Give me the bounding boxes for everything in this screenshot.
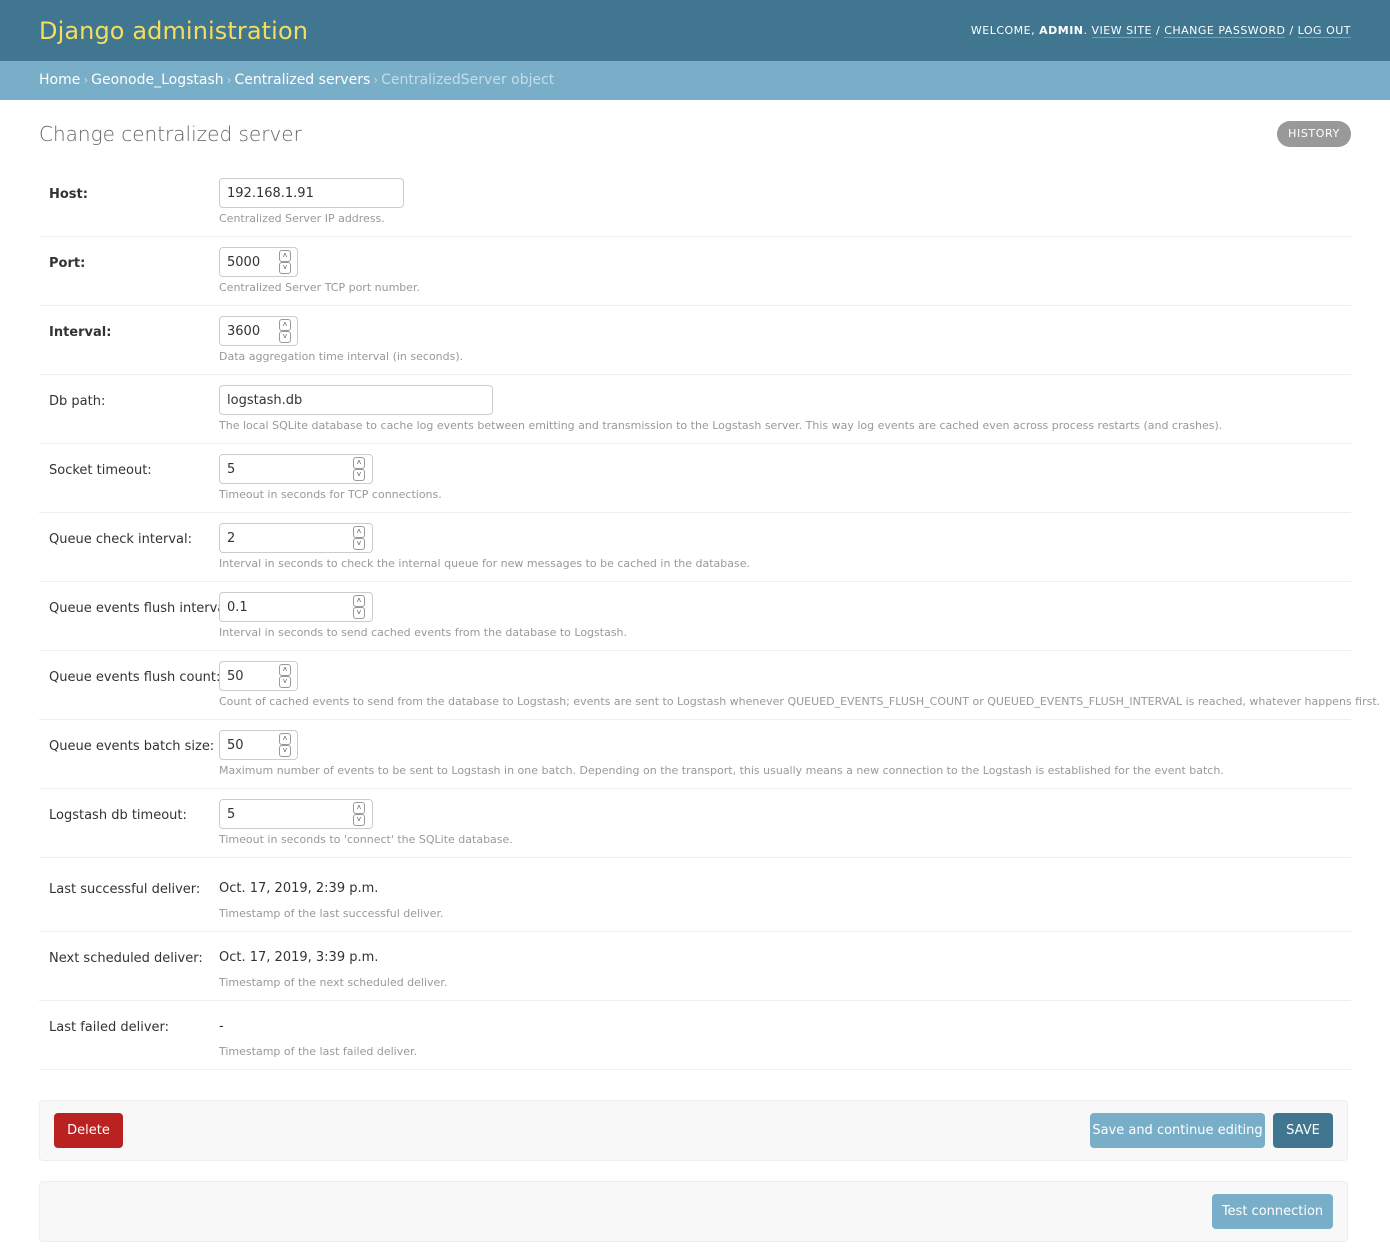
form-row-last-failed-deliver: Last failed deliver: - Timestamp of the … xyxy=(39,1001,1351,1070)
chevron-down-icon[interactable]: ˅ xyxy=(279,676,291,688)
socket-timeout-input[interactable] xyxy=(219,454,373,484)
breadcrumb: Home › Geonode_Logstash › Centralized server… xyxy=(0,61,1390,100)
queue-check-interval-label: Queue check interval: xyxy=(49,532,192,547)
form-row-next-scheduled-deliver: Next scheduled deliver: Oct. 17, 2019, 3… xyxy=(39,932,1351,1001)
chevron-down-icon[interactable]: ˅ xyxy=(279,331,291,343)
queue-events-flush-interval-stepper[interactable]: ˄ ˅ xyxy=(353,595,365,619)
chevron-down-icon[interactable]: ˅ xyxy=(279,745,291,757)
chevron-up-icon[interactable]: ˄ xyxy=(279,664,291,676)
form-row-queue-check-interval: Queue check interval: ˄˅ Interval in sec… xyxy=(39,513,1351,582)
welcome-text: Welcome, xyxy=(970,24,1036,37)
db-path-help: The local SQLite database to cache log e… xyxy=(219,419,1223,432)
socket-timeout-label: Socket timeout: xyxy=(49,463,152,478)
queue-events-batch-size-help: Maximum number of events to be sent to L… xyxy=(219,764,1224,777)
db-path-input[interactable] xyxy=(219,385,493,415)
chevron-down-icon[interactable]: ˅ xyxy=(353,607,365,619)
queue-events-batch-size-label: Queue events batch size: xyxy=(49,739,215,754)
queue-events-flush-count-stepper[interactable]: ˄ ˅ xyxy=(279,664,291,688)
history-button[interactable]: History xyxy=(1277,121,1351,147)
page-title: Change centralized server xyxy=(39,122,302,146)
test-connection-row: Test connection xyxy=(39,1181,1348,1242)
queue-check-interval-stepper[interactable]: ˄ ˅ xyxy=(353,526,365,550)
breadcrumb-model[interactable]: Centralized servers xyxy=(234,72,370,88)
form-row-queue-events-batch-size: Queue events batch size: ˄˅ Maximum numb… xyxy=(39,720,1351,789)
username: admin xyxy=(1039,24,1084,37)
socket-timeout-help: Timeout in seconds for TCP connections. xyxy=(219,488,442,501)
change-password-link[interactable]: Change password xyxy=(1164,24,1286,38)
breadcrumb-separator: › xyxy=(373,73,379,87)
view-site-link[interactable]: View site xyxy=(1091,24,1152,38)
queue-events-flush-interval-help: Interval in seconds to send cached event… xyxy=(219,626,628,639)
last-successful-deliver-label: Last successful deliver: xyxy=(49,882,201,897)
chevron-down-icon[interactable]: ˅ xyxy=(353,814,365,826)
db-path-label: Db path: xyxy=(49,394,106,409)
last-failed-deliver-value: - xyxy=(219,1019,224,1034)
user-tools: Welcome, admin. View site / Change passw… xyxy=(970,24,1351,38)
site-branding[interactable]: Django administration xyxy=(39,17,308,45)
form-row-queue-events-flush-count: Queue events flush count: ˄˅ Count of ca… xyxy=(39,651,1380,720)
chevron-up-icon[interactable]: ˄ xyxy=(279,250,291,262)
form-row-interval: Interval: ˄˅ Data aggregation time inter… xyxy=(39,306,1351,375)
chevron-up-icon[interactable]: ˄ xyxy=(353,595,365,607)
chevron-up-icon[interactable]: ˄ xyxy=(279,319,291,331)
logstash-db-timeout-help: Timeout in seconds to 'connect' the SQLi… xyxy=(219,833,513,846)
host-label: Host: xyxy=(49,187,88,202)
submit-row: Delete Save and continue editing Save xyxy=(39,1100,1348,1161)
queue-events-flush-interval-input[interactable] xyxy=(219,592,373,622)
interval-stepper[interactable]: ˄ ˅ xyxy=(279,319,291,343)
socket-timeout-stepper[interactable]: ˄ ˅ xyxy=(353,457,365,481)
port-label: Port: xyxy=(49,256,86,271)
chevron-up-icon[interactable]: ˄ xyxy=(353,457,365,469)
interval-label: Interval: xyxy=(49,325,112,340)
delete-button[interactable]: Delete xyxy=(54,1113,123,1148)
logstash-db-timeout-stepper[interactable]: ˄ ˅ xyxy=(353,802,365,826)
chevron-down-icon[interactable]: ˅ xyxy=(353,469,365,481)
form-row-db-path: Db path: The local SQLite database to ca… xyxy=(39,375,1351,444)
port-help: Centralized Server TCP port number. xyxy=(219,281,421,294)
breadcrumb-separator: › xyxy=(226,73,232,87)
next-scheduled-deliver-help: Timestamp of the next scheduled deliver. xyxy=(219,976,448,989)
form-row-port: Port: ˄˅ Centralized Server TCP port num… xyxy=(39,237,1351,306)
chevron-down-icon[interactable]: ˅ xyxy=(353,538,365,550)
breadcrumb-app[interactable]: Geonode_Logstash xyxy=(91,72,224,88)
chevron-up-icon[interactable]: ˄ xyxy=(353,802,365,814)
breadcrumb-separator: › xyxy=(83,73,89,87)
queue-events-batch-size-stepper[interactable]: ˄ ˅ xyxy=(279,733,291,757)
next-scheduled-deliver-label: Next scheduled deliver: xyxy=(49,951,203,966)
queue-check-interval-input[interactable] xyxy=(219,523,373,553)
last-successful-deliver-help: Timestamp of the last successful deliver… xyxy=(219,907,444,920)
logstash-db-timeout-label: Logstash db timeout: xyxy=(49,808,187,823)
queue-events-flush-count-label: Queue events flush count: xyxy=(49,670,221,685)
log-out-link[interactable]: Log out xyxy=(1297,24,1351,38)
chevron-up-icon[interactable]: ˄ xyxy=(353,526,365,538)
header: Django administration Welcome, admin. Vi… xyxy=(0,0,1390,61)
port-stepper[interactable]: ˄ ˅ xyxy=(279,250,291,274)
host-input[interactable] xyxy=(219,178,404,208)
form-row-socket-timeout: Socket timeout: ˄˅ Timeout in seconds fo… xyxy=(39,444,1351,513)
save-continue-button[interactable]: Save and continue editing xyxy=(1090,1113,1265,1148)
chevron-down-icon[interactable]: ˅ xyxy=(279,262,291,274)
form-row-last-successful-deliver: Last successful deliver: Oct. 17, 2019, … xyxy=(39,858,1351,932)
form-row-logstash-db-timeout: Logstash db timeout: ˄˅ Timeout in secon… xyxy=(39,789,1351,858)
breadcrumb-current: CentralizedServer object xyxy=(381,72,555,88)
host-help: Centralized Server IP address. xyxy=(219,212,385,225)
save-button[interactable]: Save xyxy=(1273,1113,1333,1148)
form-row-queue-events-flush-interval: Queue events flush interval: ˄˅ Interval… xyxy=(39,582,1351,651)
queue-check-interval-help: Interval in seconds to check the interna… xyxy=(219,557,750,570)
last-successful-deliver-value: Oct. 17, 2019, 2:39 p.m. xyxy=(219,881,379,896)
interval-help: Data aggregation time interval (in secon… xyxy=(219,350,464,363)
next-scheduled-deliver-value: Oct. 17, 2019, 3:39 p.m. xyxy=(219,950,379,965)
form-row-host: Host: Centralized Server IP address. xyxy=(39,168,1351,237)
breadcrumb-home[interactable]: Home xyxy=(39,72,80,88)
test-connection-button[interactable]: Test connection xyxy=(1212,1194,1333,1229)
chevron-up-icon[interactable]: ˄ xyxy=(279,733,291,745)
queue-events-flush-interval-label: Queue events flush interval: xyxy=(49,601,234,616)
last-failed-deliver-label: Last failed deliver: xyxy=(49,1020,170,1035)
logstash-db-timeout-input[interactable] xyxy=(219,799,373,829)
queue-events-flush-count-help: Count of cached events to send from the … xyxy=(219,695,1381,708)
last-failed-deliver-help: Timestamp of the last failed deliver. xyxy=(219,1045,418,1058)
